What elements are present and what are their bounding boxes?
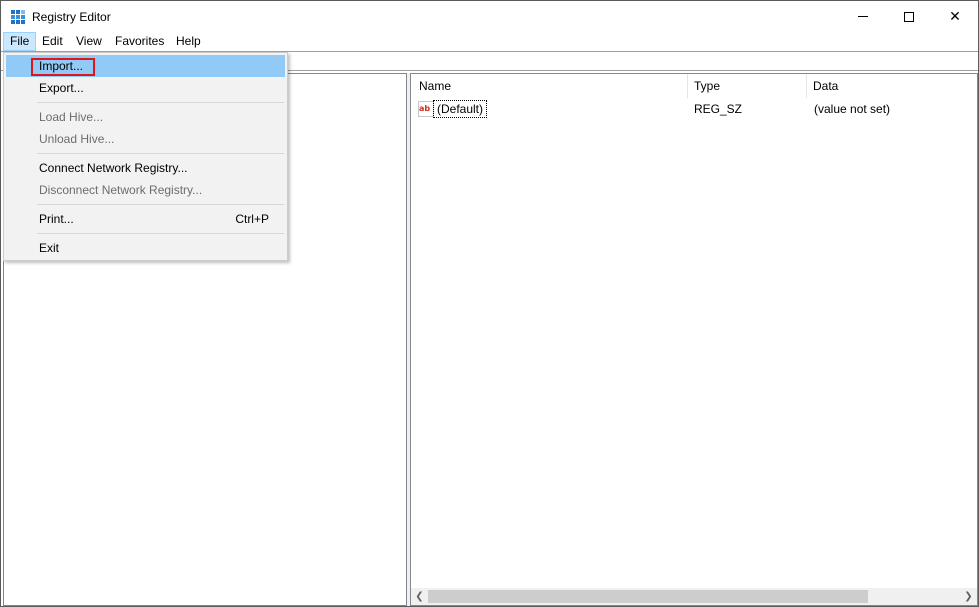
menu-item-unload-hive: Unload Hive... bbox=[6, 128, 285, 150]
close-icon: ✕ bbox=[949, 8, 961, 24]
menu-favorites[interactable]: Favorites bbox=[108, 32, 171, 51]
menu-item-load-hive: Load Hive... bbox=[6, 106, 285, 128]
highlight-outline bbox=[31, 58, 95, 76]
menu-item-label: Print... bbox=[39, 212, 74, 226]
svg-text:ab: ab bbox=[419, 104, 430, 113]
menu-item-connect-network-registry[interactable]: Connect Network Registry... bbox=[6, 157, 285, 179]
column-header-name[interactable]: Name bbox=[411, 74, 688, 98]
scroll-right-icon[interactable]: ❯ bbox=[960, 588, 977, 605]
value-data: (value not set) bbox=[814, 102, 891, 116]
horizontal-scrollbar[interactable]: ❮ ❯ bbox=[411, 588, 977, 605]
values-list-pane[interactable]: Name Type Data ab (Default) REG_SZ (valu… bbox=[410, 73, 978, 606]
menu-separator bbox=[37, 233, 284, 234]
close-button[interactable]: ✕ bbox=[932, 1, 978, 32]
column-header-type[interactable]: Type bbox=[688, 74, 807, 98]
menu-item-shortcut: Ctrl+P bbox=[235, 212, 269, 226]
maximize-icon bbox=[904, 11, 914, 22]
list-item[interactable]: ab (Default) REG_SZ (value not set) bbox=[411, 99, 977, 119]
title-bar[interactable]: Registry Editor ✕ bbox=[1, 1, 978, 32]
menu-bar: File Edit View Favorites Help bbox=[1, 32, 978, 51]
menu-item-label: Unload Hive... bbox=[39, 132, 115, 146]
scroll-left-icon[interactable]: ❮ bbox=[411, 588, 428, 605]
value-type: REG_SZ bbox=[694, 102, 743, 116]
menu-item-import[interactable]: Import... bbox=[6, 55, 285, 77]
menu-item-print[interactable]: Print... Ctrl+P bbox=[6, 208, 285, 230]
scrollbar-thumb[interactable] bbox=[428, 590, 868, 603]
menu-item-label: Connect Network Registry... bbox=[39, 161, 188, 175]
minimize-icon bbox=[858, 16, 868, 17]
column-header-data[interactable]: Data bbox=[807, 74, 978, 98]
registry-editor-window: Registry Editor ✕ File Edit View Favorit… bbox=[0, 0, 979, 607]
menu-file[interactable]: File bbox=[3, 32, 37, 51]
menu-separator bbox=[37, 102, 284, 103]
value-name: (Default) bbox=[433, 100, 488, 118]
maximize-button[interactable] bbox=[886, 1, 932, 32]
menu-item-exit[interactable]: Exit bbox=[6, 237, 285, 259]
menu-view[interactable]: View bbox=[69, 32, 109, 51]
menu-item-label: Exit bbox=[39, 241, 60, 255]
menu-item-label: Disconnect Network Registry... bbox=[39, 183, 203, 197]
menu-item-label: Export... bbox=[39, 81, 84, 95]
menu-item-disconnect-network-registry: Disconnect Network Registry... bbox=[6, 179, 285, 201]
menu-item-export[interactable]: Export... bbox=[6, 77, 285, 99]
minimize-button[interactable] bbox=[840, 1, 886, 32]
menu-item-label: Load Hive... bbox=[39, 110, 104, 124]
menu-edit[interactable]: Edit bbox=[35, 32, 70, 51]
file-menu-dropdown: Import... Export... Load Hive... Unload … bbox=[3, 52, 288, 261]
menu-separator bbox=[37, 153, 284, 154]
menu-separator bbox=[37, 204, 284, 205]
string-value-icon: ab bbox=[418, 101, 434, 117]
menu-help[interactable]: Help bbox=[169, 32, 208, 51]
window-title: Registry Editor bbox=[32, 10, 111, 24]
registry-editor-app-icon bbox=[10, 9, 26, 25]
